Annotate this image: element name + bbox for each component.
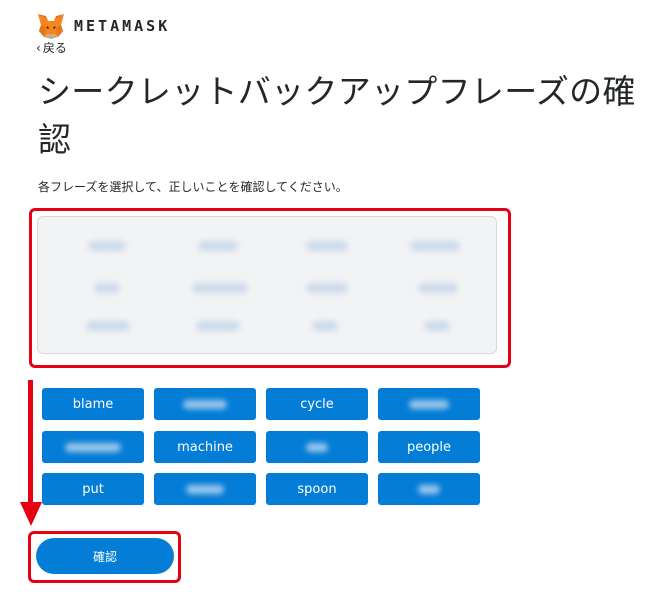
blurred-word xyxy=(409,399,449,409)
word-button[interactable] xyxy=(378,473,480,505)
back-label: 戻る xyxy=(42,41,67,55)
word-button[interactable] xyxy=(266,431,368,463)
chevron-left-icon: ‹ xyxy=(36,40,41,55)
instruction-text: 各フレーズを選択して、正しいことを確認してください。 xyxy=(38,180,348,194)
red-down-arrow-icon xyxy=(20,380,42,526)
word-button[interactable] xyxy=(378,388,480,420)
blurred-word xyxy=(186,484,224,494)
word-button[interactable] xyxy=(154,473,256,505)
blurred-word xyxy=(306,442,328,452)
blurred-word xyxy=(183,399,227,409)
word-button[interactable]: cycle xyxy=(266,388,368,420)
word-button[interactable]: blame xyxy=(42,388,144,420)
highlight-box-phrase xyxy=(29,208,511,368)
word-button[interactable]: spoon xyxy=(266,473,368,505)
word-button[interactable] xyxy=(154,388,256,420)
word-button[interactable]: machine xyxy=(154,431,256,463)
highlight-box-confirm xyxy=(28,531,181,583)
blurred-word xyxy=(418,484,440,494)
word-button[interactable]: put xyxy=(42,473,144,505)
metamask-fox-icon xyxy=(38,14,64,39)
word-button[interactable] xyxy=(42,431,144,463)
word-button[interactable]: people xyxy=(378,431,480,463)
metamask-logo: METAMASK xyxy=(36,13,170,39)
blurred-word xyxy=(65,442,121,452)
brand-wordmark: METAMASK xyxy=(74,17,171,35)
back-link[interactable]: ‹ 戻る xyxy=(36,39,67,56)
page-title: シークレットバックアップフレーズの確認 xyxy=(38,72,636,159)
